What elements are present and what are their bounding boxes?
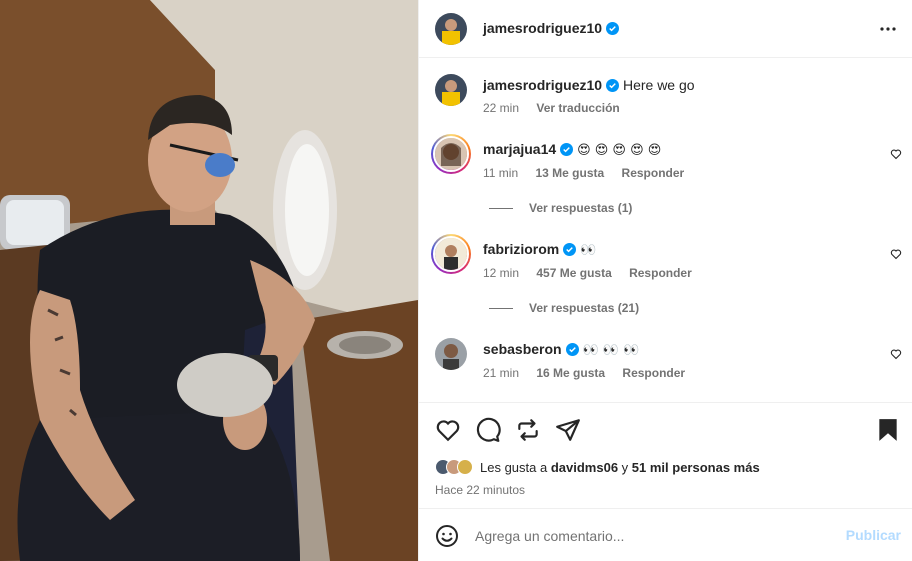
translate-button[interactable]: Ver traducción [536, 101, 619, 115]
caption-line: jamesrodriguez10 Here we go [483, 77, 695, 93]
comment-line: sebasberon 👀 👀 👀 [483, 341, 639, 358]
caption-text: Here we go [622, 77, 695, 93]
comment-meta: 11 min 13 Me gusta Responder [483, 166, 684, 180]
post-panel: jamesrodriguez10 jamesrodriguez10 Here w… [418, 0, 912, 561]
reply-button[interactable]: Responder [622, 366, 685, 380]
verified-badge-icon [560, 143, 574, 156]
likes-connector: y [621, 459, 629, 475]
like-comment-heart-icon[interactable] [890, 148, 902, 160]
post-timestamp[interactable]: Hace 22 minutos [435, 483, 525, 497]
likes-count[interactable]: 51 mil personas más [632, 460, 760, 475]
caption-age[interactable]: 22 min [483, 101, 519, 115]
save-bookmark-icon[interactable] [875, 417, 901, 443]
verified-badge-icon [606, 79, 620, 92]
comment-bubble-icon[interactable] [475, 417, 501, 443]
comment-meta: 12 min 457 Me gusta Responder [483, 266, 692, 280]
like-heart-icon[interactable] [435, 417, 461, 443]
comment-avatar[interactable] [431, 234, 471, 274]
comment-username[interactable]: sebasberon [483, 341, 562, 357]
comment-meta: 21 min 16 Me gusta Responder [483, 366, 685, 380]
verified-badge-icon [563, 243, 577, 256]
post-header: jamesrodriguez10 [419, 0, 912, 58]
comment-line: marjajua14 😍 😍 😍 😍 😍 [483, 141, 661, 158]
post-actions: Les gusta a davidms06 y 51 mil personas … [419, 402, 912, 508]
comment-likes[interactable]: 457 Me gusta [536, 266, 611, 280]
like-comment-heart-icon[interactable] [890, 248, 902, 260]
caption-meta: 22 min Ver traducción [483, 101, 620, 115]
comment-likes[interactable]: 13 Me gusta [535, 166, 604, 180]
like-comment-heart-icon[interactable] [890, 348, 902, 360]
caption-avatar[interactable] [435, 74, 467, 106]
repost-icon[interactable] [515, 417, 541, 443]
view-replies-text[interactable]: Ver respuestas (1) [529, 201, 632, 215]
comment-likes[interactable]: 16 Me gusta [536, 366, 605, 380]
liker-avatars [435, 459, 473, 475]
reply-button[interactable]: Responder [622, 166, 685, 180]
comment-age[interactable]: 21 min [483, 366, 519, 380]
caption-username[interactable]: jamesrodriguez10 [483, 77, 602, 93]
comment-avatar[interactable] [431, 134, 471, 174]
emoji-picker-icon[interactable] [435, 524, 459, 548]
likes-summary: Les gusta a davidms06 y 51 mil personas … [435, 459, 760, 475]
author-username-text[interactable]: jamesrodriguez10 [483, 20, 602, 36]
more-options-icon[interactable] [879, 21, 897, 37]
view-replies-button[interactable]: Ver respuestas (21) [489, 301, 639, 315]
post-photo[interactable] [0, 0, 418, 561]
author-avatar[interactable] [435, 13, 467, 45]
reply-button[interactable]: Responder [629, 266, 692, 280]
comment-line: fabriziorom 👀 [483, 241, 596, 258]
comment-text: 👀 [580, 243, 597, 258]
comment-age[interactable]: 11 min [483, 166, 518, 180]
liker-avatar[interactable] [457, 459, 473, 475]
liker-username[interactable]: davidms06 [551, 460, 618, 475]
share-paper-plane-icon[interactable] [555, 417, 581, 443]
comment-text: 😍 😍 😍 😍 😍 [577, 143, 662, 158]
view-replies-button[interactable]: Ver respuestas (1) [489, 201, 632, 215]
author-username[interactable]: jamesrodriguez10 [483, 20, 620, 36]
comment-text: 👀 👀 👀 [582, 343, 640, 358]
comment-username[interactable]: fabriziorom [483, 241, 559, 257]
photo-illustration [0, 0, 418, 561]
verified-badge-icon [565, 343, 579, 356]
comment-username[interactable]: marjajua14 [483, 141, 556, 157]
publish-button[interactable]: Publicar [846, 527, 901, 543]
replies-divider [489, 208, 513, 210]
comment-input[interactable] [475, 524, 835, 548]
comment-avatar[interactable] [435, 338, 467, 370]
replies-divider [489, 308, 513, 310]
likes-prefix: Les gusta a [480, 459, 548, 475]
view-replies-text[interactable]: Ver respuestas (21) [529, 301, 639, 315]
verified-badge-icon [606, 22, 620, 35]
comment-age[interactable]: 12 min [483, 266, 519, 280]
comment-composer: Publicar [419, 508, 912, 561]
